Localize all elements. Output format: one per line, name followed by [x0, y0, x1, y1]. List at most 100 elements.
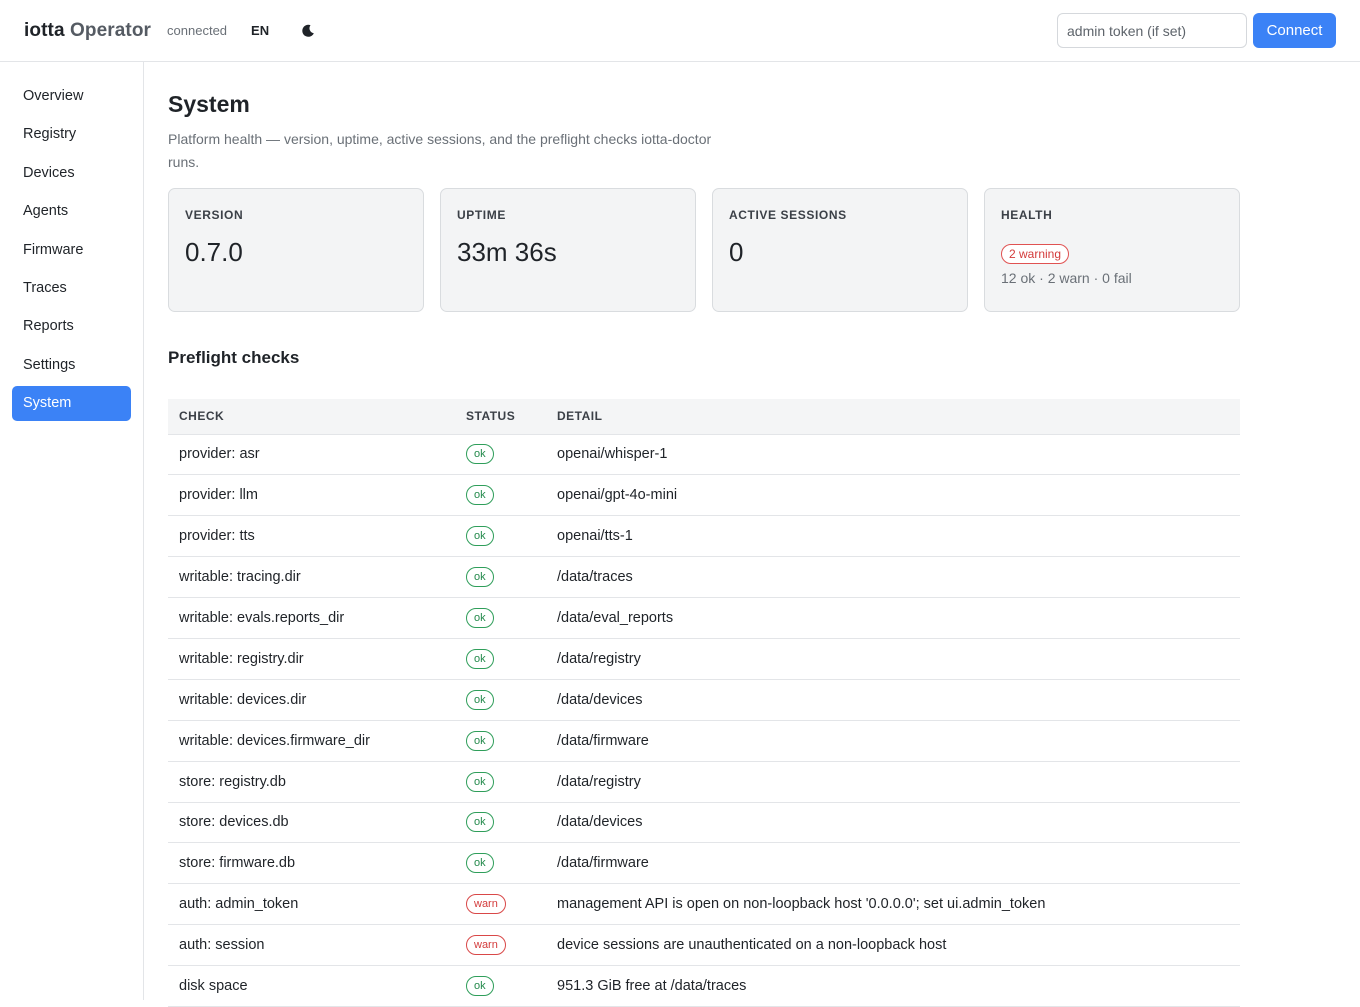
table-row: provider: asr ok openai/whisper-1 [168, 434, 1240, 476]
check-name: writable: devices.dir [168, 679, 455, 721]
active-sessions-value: 0 [729, 237, 744, 267]
status-badge: ok [466, 976, 494, 997]
check-name: auth: session [168, 924, 455, 967]
main-content: System Platform health — version, uptime… [168, 62, 1240, 1007]
sidebar-item-agents[interactable]: Agents [12, 194, 131, 229]
status-badge: ok [466, 444, 494, 465]
preflight-checks-title: Preflight checks [168, 348, 300, 367]
uptime-value: 33m 36s [457, 237, 557, 267]
language-toggle[interactable]: EN [251, 23, 269, 38]
table-row: disk space ok 951.3 GiB free at /data/trac… [168, 965, 1240, 1007]
check-detail: 951.3 GiB free at /data/traces [546, 965, 1240, 1007]
table-row: store: devices.db ok/data/devices [168, 802, 1240, 844]
status-badge: ok [466, 648, 494, 669]
check-detail: device sessions are unauthenticated on a… [546, 924, 1240, 967]
check-detail: /data/firmware [546, 720, 1240, 762]
preflight-checks-table: CHECK STATUS DETAIL provider: asr ok opena… [168, 399, 1240, 1007]
admin-token-input[interactable] [1057, 13, 1247, 48]
sidebar-item-overview[interactable]: Overview [12, 79, 131, 114]
sidebar-item-system[interactable]: System [12, 386, 131, 422]
top-bar: iotta Operator connected EN Connect [0, 0, 1360, 62]
page-description: Platform health — version, uptime, activ… [168, 131, 712, 170]
check-name: store: firmware.db [168, 842, 455, 885]
check-status: ok [455, 720, 546, 762]
health-summary: 12 ok · 2 warn · 0 fail [1001, 270, 1132, 286]
check-detail: /data/eval_reports [546, 597, 1240, 639]
table-row: writable: devices.firmware_dir ok/data/fi… [168, 720, 1240, 762]
status-badge: ok [466, 689, 494, 710]
sidebar-item-traces[interactable]: Traces [12, 271, 131, 306]
check-name: disk space [168, 965, 455, 1007]
status-badge: ok [466, 485, 494, 506]
connect-button[interactable]: Connect [1253, 13, 1336, 48]
status-badge: ok [466, 812, 494, 833]
check-status: warn [455, 924, 546, 967]
card-label: ACTIVE SESSIONS [729, 208, 847, 222]
sidebar: Overview Registry Devices Agents Firmware Tra… [0, 62, 144, 1000]
column-header-detail: DETAIL [546, 399, 1240, 435]
column-header-status: STATUS [455, 399, 546, 435]
table-row: store: registry.db ok/data/registry [168, 761, 1240, 803]
card-label: UPTIME [457, 208, 506, 222]
brand-sub: Operator [70, 19, 152, 41]
stat-cards: VERSION 0.7.0 UPTIME 33m 36s ACTIVE SESS… [168, 188, 1240, 312]
status-badge: ok [466, 853, 494, 874]
table-row: writable: registry.dir ok/data/registry [168, 638, 1240, 680]
sidebar-item-registry[interactable]: Registry [12, 117, 131, 152]
brand-logo[interactable]: iotta Operator [24, 20, 151, 42]
table-header-row: CHECK STATUS DETAIL [168, 399, 1240, 435]
check-status: ok [455, 597, 546, 639]
check-status: ok [455, 679, 546, 721]
column-header-check: CHECK [168, 399, 455, 435]
table-row: provider: tts ok openai/tts-1 [168, 515, 1240, 558]
uptime-card: UPTIME 33m 36s [440, 188, 696, 312]
card-label: VERSION [185, 208, 244, 222]
sidebar-item-settings[interactable]: Settings [12, 348, 131, 383]
version-value: 0.7.0 [185, 237, 243, 267]
theme-toggle-button[interactable] [299, 22, 317, 40]
check-status: ok [455, 965, 546, 1007]
check-status: ok [455, 761, 546, 803]
check-name: store: devices.db [168, 802, 455, 844]
check-detail: /data/devices [546, 679, 1240, 721]
check-name: writable: tracing.dir [168, 556, 455, 599]
connection-status: connected [167, 23, 228, 38]
brand-main: iotta [24, 19, 65, 41]
table-row: writable: evals.reports_dir ok/data/eval_… [168, 597, 1240, 639]
check-name: auth: admin_token [168, 883, 455, 926]
check-detail: openai/tts-1 [546, 515, 1240, 558]
check-status: ok [455, 556, 546, 599]
status-badge: ok [466, 526, 494, 547]
check-detail: /data/traces [546, 556, 1240, 599]
check-name: provider: asr [168, 434, 455, 476]
active-sessions-card: ACTIVE SESSIONS 0 [712, 188, 968, 312]
sidebar-item-reports[interactable]: Reports [12, 309, 131, 344]
check-detail: /data/registry [546, 638, 1240, 680]
sidebar-item-devices[interactable]: Devices [12, 156, 131, 191]
moon-icon [302, 24, 314, 37]
check-name: provider: tts [168, 515, 455, 558]
table-row: auth: session warn device sessions are una… [168, 924, 1240, 967]
check-detail: /data/firmware [546, 842, 1240, 885]
table-row: auth: admin_token warn management API is o… [168, 883, 1240, 926]
check-name: provider: llm [168, 474, 455, 517]
check-detail: /data/registry [546, 761, 1240, 803]
version-card: VERSION 0.7.0 [168, 188, 424, 312]
check-detail: management API is open on non-loopback h… [546, 883, 1240, 926]
health-warning-badge: 2 warning [1001, 244, 1070, 264]
check-name: writable: registry.dir [168, 638, 455, 680]
check-detail: openai/gpt-4o-mini [546, 474, 1240, 517]
sidebar-item-firmware[interactable]: Firmware [12, 233, 131, 268]
table-row: writable: tracing.dir ok/data/traces [168, 556, 1240, 599]
health-card: HEALTH 2 warning 12 ok · 2 warn · 0 fail [984, 188, 1240, 312]
table-row: store: firmware.db ok/data/firmware [168, 842, 1240, 885]
status-badge: ok [466, 730, 494, 751]
check-detail: openai/whisper-1 [546, 434, 1240, 476]
status-badge: warn [466, 935, 506, 956]
status-badge: ok [466, 608, 494, 628]
status-badge: ok [466, 771, 494, 792]
check-status: warn [455, 883, 546, 926]
check-status: ok [455, 474, 546, 517]
check-status: ok [455, 638, 546, 680]
page-title: System [168, 91, 250, 117]
